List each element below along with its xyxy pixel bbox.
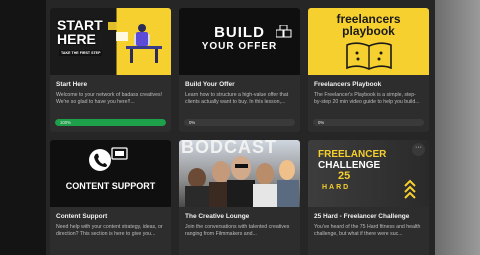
left-sidebar (0, 0, 46, 255)
course-card-freelancers-playbook[interactable]: freelancers playbook Freelancers Playboo… (308, 8, 429, 132)
chevrons-up-icon (404, 179, 416, 199)
course-title: Build Your Offer (185, 81, 235, 88)
thumb-title-line3: 25 (338, 170, 351, 182)
course-title: The Creative Lounge (185, 213, 250, 220)
course-description: Need help with your content strategy, id… (56, 224, 163, 238)
thumb-subtitle: TAKE THE FIRST STEP (59, 50, 103, 56)
progress-bar: 0% (313, 119, 424, 126)
thumb-title: CONTENT SUPPORT (65, 181, 156, 191)
course-thumbnail: freelancers playbook (308, 8, 429, 75)
thumb-title-line2: playbook (342, 24, 395, 38)
thumb-title-line2: YOUR OFFER (201, 41, 278, 52)
thumb-title-line4: HARD (322, 184, 351, 191)
course-title: Content Support (56, 213, 108, 220)
course-card-start-here[interactable]: START HERE TAKE THE FIRST STEP Start Her… (50, 8, 171, 132)
course-thumbnail: CONTENT SUPPORT (50, 140, 171, 207)
course-thumbnail: BUILD YOUR OFFER (179, 8, 300, 75)
progress-label: 100% (60, 120, 71, 125)
course-thumbnail: FREELANCER CHALLENGE 25 HARD ··· (308, 140, 429, 207)
progress-bar: 100% (55, 119, 166, 126)
course-card-build-your-offer[interactable]: BUILD YOUR OFFER Build Your Offer Learn … (179, 8, 300, 132)
progress-label: 0% (189, 120, 196, 125)
progress-fill (55, 119, 166, 126)
more-dots-icon[interactable]: ··· (412, 143, 425, 156)
progress-label: 0% (318, 120, 325, 125)
thumb-title-line1: START (57, 17, 103, 33)
thumb-title-line1: FREELANCER (318, 149, 387, 160)
book-icon (346, 42, 392, 70)
course-description: Learn how to structure a high-value offe… (185, 92, 289, 106)
course-thumbnail: START HERE TAKE THE FIRST STEP (50, 8, 171, 75)
course-card-25-hard-challenge[interactable]: FREELANCER CHALLENGE 25 HARD ··· 25 Hard… (308, 140, 429, 255)
course-title: Freelancers Playbook (314, 81, 382, 88)
group-photo (185, 156, 299, 207)
course-grid: START HERE TAKE THE FIRST STEP Start Her… (50, 8, 433, 255)
progress-bar: 0% (184, 119, 295, 126)
blocks-icon (276, 25, 292, 38)
course-title: Start Here (56, 81, 88, 88)
thumb-title-line2: HERE (57, 31, 96, 47)
course-description: Join the conversations with talented cre… (185, 224, 290, 238)
course-card-content-support[interactable]: CONTENT SUPPORT Content Support Need hel… (50, 140, 171, 255)
course-description: Welcome to your network of badass creati… (56, 92, 163, 106)
course-card-creative-lounge[interactable]: BODCAST The Creative Lounge Join the con… (179, 140, 300, 255)
phone-chat-icon (89, 147, 128, 171)
course-description: You've heard of the 75 Hard fitness and … (314, 224, 421, 238)
course-thumbnail: BODCAST (179, 140, 300, 207)
course-description: The Freelancer's Playbook is a simple, s… (314, 92, 420, 106)
thumb-title-line2: CHALLENGE (318, 160, 381, 171)
course-title: 25 Hard - Freelancer Challenge (314, 213, 410, 220)
